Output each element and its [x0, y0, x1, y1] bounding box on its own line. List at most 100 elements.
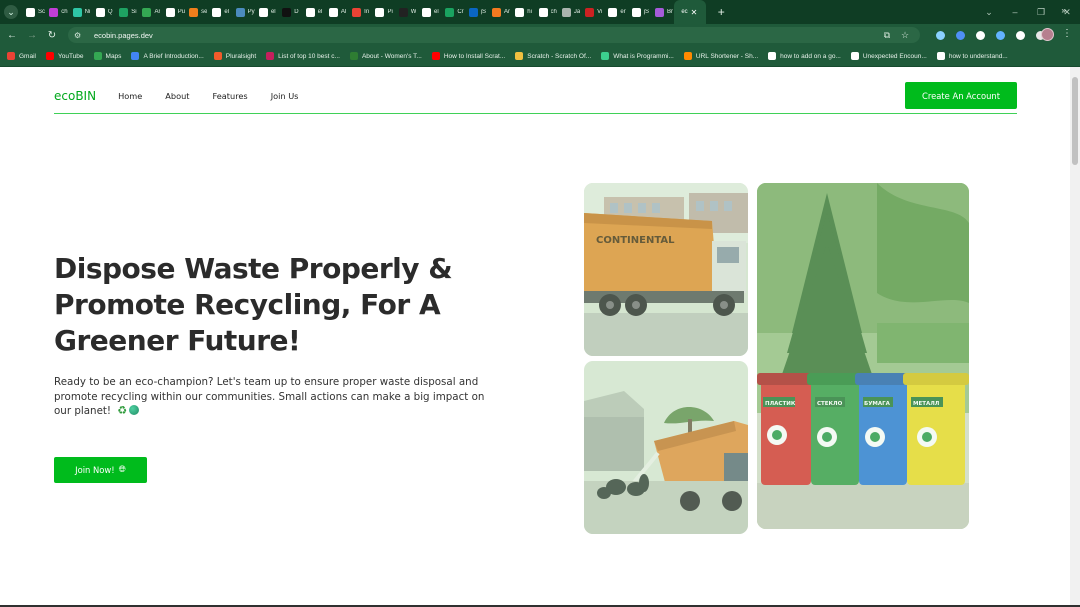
extension-icon[interactable]	[1010, 29, 1030, 41]
browser-tab[interactable]: Vi	[581, 0, 604, 24]
bookmark-star-icon[interactable]: ☆	[896, 30, 914, 41]
browser-menu-icon[interactable]: ⋮	[1062, 28, 1072, 39]
forward-button[interactable]: →	[22, 24, 42, 46]
tab-favicon-icon	[328, 7, 338, 17]
bookmark-item[interactable]: Pluralsight	[213, 46, 256, 67]
bookmark-label: how to add on a go...	[780, 52, 841, 60]
browser-tab[interactable]: Br	[651, 0, 674, 24]
browser-tab[interactable]: se	[185, 0, 208, 24]
browser-tab[interactable]: W	[395, 0, 418, 24]
bookmark-favicon-icon	[7, 52, 15, 60]
browser-tab[interactable]: el	[418, 0, 441, 24]
bookmark-item[interactable]: About - Women's T...	[349, 46, 422, 67]
bookmark-item[interactable]: A Brief Introduction...	[131, 46, 204, 67]
bookmark-favicon-icon	[213, 52, 222, 60]
browser-tab[interactable]: In	[348, 0, 371, 24]
extension-icon[interactable]	[970, 29, 990, 41]
browser-tab[interactable]: Pu	[162, 0, 185, 24]
site-logo[interactable]: ecoBIN	[54, 89, 96, 103]
tab-title: Br	[667, 9, 674, 15]
browser-tab[interactable]: el	[208, 0, 231, 24]
browser-tab[interactable]: ch	[45, 0, 68, 24]
browser-tab[interactable]: Q	[92, 0, 115, 24]
browser-tab[interactable]: Pi	[371, 0, 394, 24]
close-window-button[interactable]: ✕	[1054, 0, 1080, 24]
browser-tab[interactable]: D	[278, 0, 301, 24]
bookmark-item[interactable]: What is Programmi...	[601, 46, 674, 67]
bookmark-item[interactable]: Gmail	[7, 46, 36, 67]
bookmark-item[interactable]: Unexpected Encoun...	[850, 46, 927, 67]
browser-tab[interactable]: Sc	[22, 0, 45, 24]
bookmark-favicon-icon	[601, 52, 610, 60]
nav-link-about[interactable]: About	[165, 91, 189, 101]
create-account-button[interactable]: Create An Account	[905, 82, 1017, 109]
url-text[interactable]: ecobin.pages.dev	[94, 31, 153, 40]
hero-title-line: Promote Recycling, For A	[54, 288, 441, 321]
bookmark-item[interactable]: Scratch - Scratch Of...	[515, 46, 591, 67]
tab-favicon-icon	[282, 7, 292, 17]
extension-icon[interactable]	[950, 29, 970, 41]
hero-title-line: Dispose Waste Properly &	[54, 252, 453, 285]
address-bar[interactable]: ⚙ ecobin.pages.dev ⧉ ☆	[68, 27, 920, 43]
photo-garbage-truck: CONTINENTAL	[584, 183, 748, 356]
nav-link-home[interactable]: Home	[118, 91, 142, 101]
bookmarks-overflow-icon[interactable]: »	[1062, 6, 1066, 15]
browser-tab-active[interactable]: ec ✕	[674, 0, 707, 24]
bookmark-favicon-icon	[683, 52, 692, 60]
browser-tab[interactable]: Si	[115, 0, 138, 24]
extension-icon[interactable]	[930, 29, 950, 41]
browser-tab[interactable]: jS	[465, 0, 488, 24]
browser-tab[interactable]: Ar	[488, 0, 511, 24]
new-tab-button[interactable]: +	[714, 5, 728, 19]
tab-title: el	[317, 9, 323, 15]
browser-tab[interactable]: ch	[535, 0, 558, 24]
browser-tab[interactable]: jS	[628, 0, 651, 24]
tab-title: hi	[527, 9, 532, 15]
maximize-button[interactable]: ❐	[1028, 0, 1054, 24]
tab-title: Sc	[38, 9, 46, 15]
browser-tab[interactable]: Py	[232, 0, 255, 24]
extension-icon[interactable]	[990, 29, 1010, 41]
close-tab-icon[interactable]: ✕	[691, 8, 698, 17]
install-app-icon[interactable]: ⧉	[878, 30, 896, 41]
browser-tab[interactable]: Ja	[558, 0, 581, 24]
browser-tab[interactable]: Al	[325, 0, 348, 24]
browser-tab[interactable]: el	[302, 0, 325, 24]
bookmark-favicon-icon	[768, 52, 777, 60]
tab-favicon-icon	[119, 7, 129, 17]
photo-recycling-bins: ПЛАСТИК СТЕКЛО БУМАГА МЕТАЛЛ	[757, 183, 969, 529]
bookmark-item[interactable]: URL Shortener - Sh...	[683, 46, 758, 67]
site-info-icon[interactable]: ⚙	[74, 31, 86, 40]
tab-search-button[interactable]: ⌄	[0, 0, 22, 24]
back-button[interactable]: ←	[2, 24, 22, 46]
page-viewport: ecoBIN Home About Features Join Us Creat…	[0, 67, 1070, 605]
bookmark-item[interactable]: List of top 10 best c...	[266, 46, 340, 67]
tab-overview-icon[interactable]: ⌄	[976, 0, 1002, 24]
browser-tab[interactable]: Cr	[441, 0, 464, 24]
scrollbar-thumb[interactable]	[1072, 77, 1078, 165]
minimize-button[interactable]: –	[1002, 0, 1028, 24]
browser-tab[interactable]: Ar	[138, 0, 161, 24]
join-now-button[interactable]: Join Now! 🌐︎	[54, 457, 147, 483]
browser-tab[interactable]: hi	[511, 0, 534, 24]
hero-title: Dispose Waste Properly & Promote Recycli…	[54, 251, 494, 359]
profile-avatar[interactable]	[1041, 28, 1054, 41]
tab-title: el	[270, 9, 276, 15]
browser-tab[interactable]: er	[604, 0, 627, 24]
bookmark-item[interactable]: how to add on a go...	[768, 46, 841, 67]
browser-tab[interactable]: Ni	[69, 0, 92, 24]
nav-link-join-us[interactable]: Join Us	[271, 91, 299, 101]
bookmark-item[interactable]: Maps	[93, 46, 121, 67]
bookmark-item[interactable]: YouTube	[45, 46, 84, 67]
tab-title: D	[294, 9, 299, 15]
page-scrollbar[interactable]	[1070, 67, 1080, 607]
bookmark-item[interactable]: How to Install Scrat...	[431, 46, 505, 67]
tab-title: jS	[480, 9, 486, 15]
tab-title: jS	[643, 9, 650, 15]
tab-title: ch	[550, 9, 557, 15]
bookmark-favicon-icon	[431, 52, 440, 60]
bookmark-item[interactable]: how to understand...	[936, 46, 1008, 67]
browser-tab[interactable]: el	[255, 0, 278, 24]
reload-button[interactable]: ↻	[42, 24, 62, 46]
nav-link-features[interactable]: Features	[212, 91, 247, 101]
